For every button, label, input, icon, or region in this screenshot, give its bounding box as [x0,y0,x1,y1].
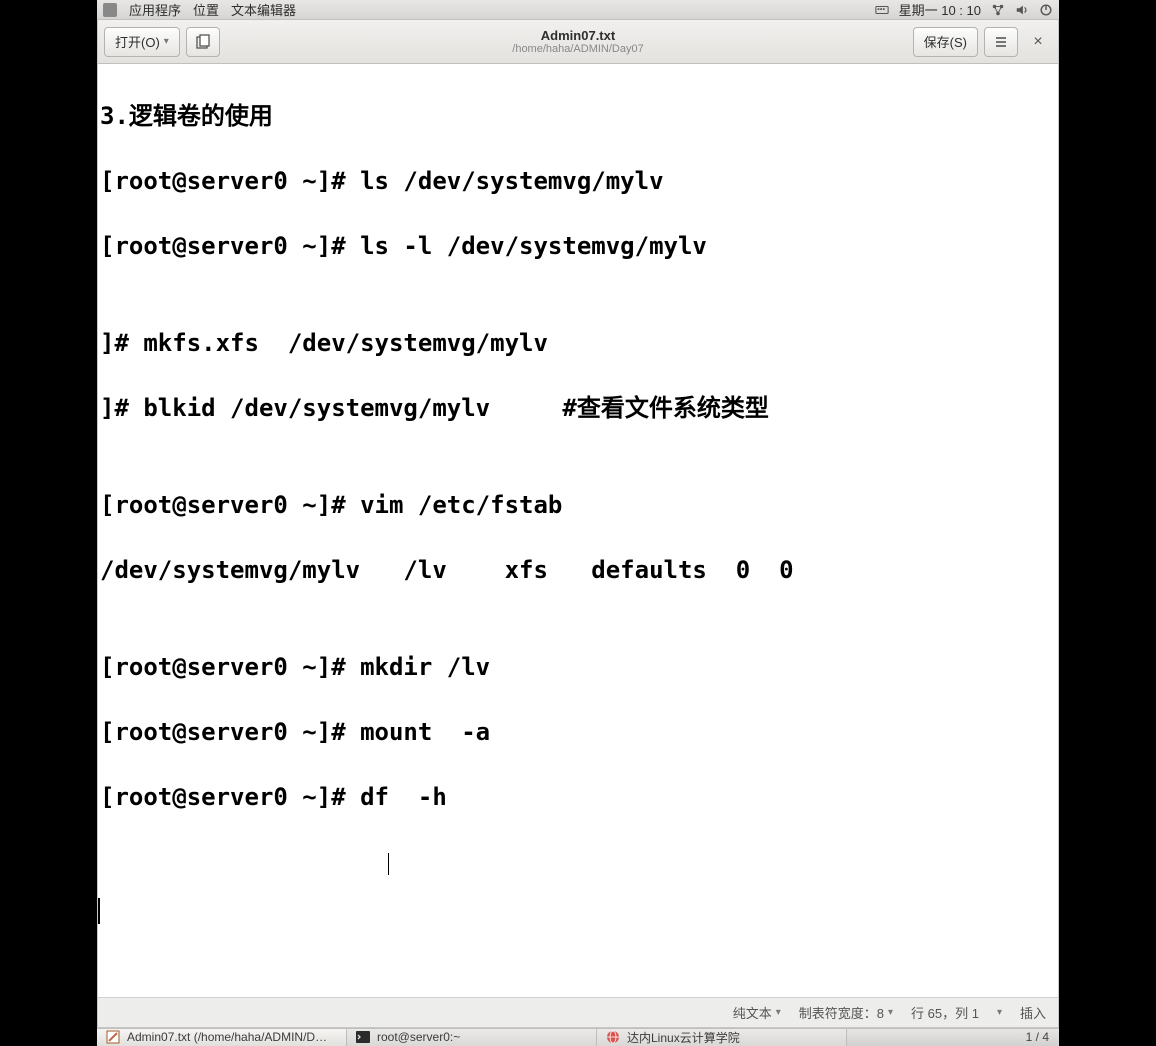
volume-icon[interactable] [1015,3,1029,17]
editor-area[interactable]: 3.逻辑卷的使用 [root@server0 ~]# ls /dev/syste… [98,64,1058,997]
text-line: [root@server0 ~]# df -h [98,781,1058,813]
text-line: [root@server0 ~]# mkdir /lv [98,651,1058,683]
text-line: 3.逻辑卷的使用 [98,100,1058,132]
text-line: [root@server0 ~]# ls /dev/systemvg/mylv [98,165,1058,197]
close-button[interactable]: × [1024,33,1052,51]
globe-icon [605,1029,621,1045]
text-line: ]# blkid /dev/systemvg/mylv #查看文件系统类型 [98,392,1058,424]
text-line: [root@server0 ~]# ls -l /dev/systemvg/my… [98,230,1058,262]
gedit-window: 打开(O) ▾ Admin07.txt /home/haha/ADMIN/Day… [97,20,1059,1028]
line-mark [98,898,100,924]
toolbar: 打开(O) ▾ Admin07.txt /home/haha/ADMIN/Day… [98,20,1058,64]
task-browser[interactable]: 达内Linux云计算学院 [597,1029,847,1046]
chevron-down-icon: ▾ [164,36,169,47]
status-bar: 纯文本▾ 制表符宽度：8▾ 行 65，列 1 ▾ 插入 [98,997,1058,1027]
gnome-logo-icon [103,3,117,17]
menu-places[interactable]: 位置 [193,0,219,19]
chevron-down-icon[interactable]: ▾ [997,1007,1002,1018]
hamburger-menu-button[interactable] [984,27,1018,57]
network-icon[interactable] [991,3,1005,17]
top-panel: 应用程序 位置 文本编辑器 星期一 10 : 10 [97,0,1059,20]
clock[interactable]: 星期一 10 : 10 [899,0,981,19]
text-editor-icon [105,1029,121,1045]
menu-applications[interactable]: 应用程序 [129,0,181,19]
syntax-mode-selector[interactable]: 纯文本▾ [733,1003,781,1022]
task-terminal[interactable]: root@server0:~ [347,1029,597,1046]
text-line: [root@server0 ~]# mount -a [98,716,1058,748]
text-cursor [388,853,389,875]
keyboard-icon[interactable] [875,3,889,17]
workspace-pager[interactable]: 1 / 4 [1016,1029,1059,1046]
new-tab-button[interactable] [186,27,220,57]
save-button[interactable]: 保存(S) [913,27,978,57]
tab-width-selector[interactable]: 制表符宽度：8▾ [799,1003,893,1022]
power-icon[interactable] [1039,3,1053,17]
terminal-icon [355,1029,371,1045]
insert-mode[interactable]: 插入 [1020,1003,1046,1022]
open-button[interactable]: 打开(O) ▾ [104,27,180,57]
text-line: ]# mkfs.xfs /dev/systemvg/mylv [98,327,1058,359]
bottom-taskbar: Admin07.txt (/home/haha/ADMIN/D… root@se… [97,1028,1059,1046]
task-gedit[interactable]: Admin07.txt (/home/haha/ADMIN/D… [97,1029,347,1046]
text-line: /dev/systemvg/mylv /lv xfs defaults 0 0 [98,554,1058,586]
cursor-position: 行 65，列 1 [911,1003,979,1022]
text-line: [root@server0 ~]# vim /etc/fstab [98,489,1058,521]
menu-text-editor[interactable]: 文本编辑器 [231,0,296,19]
